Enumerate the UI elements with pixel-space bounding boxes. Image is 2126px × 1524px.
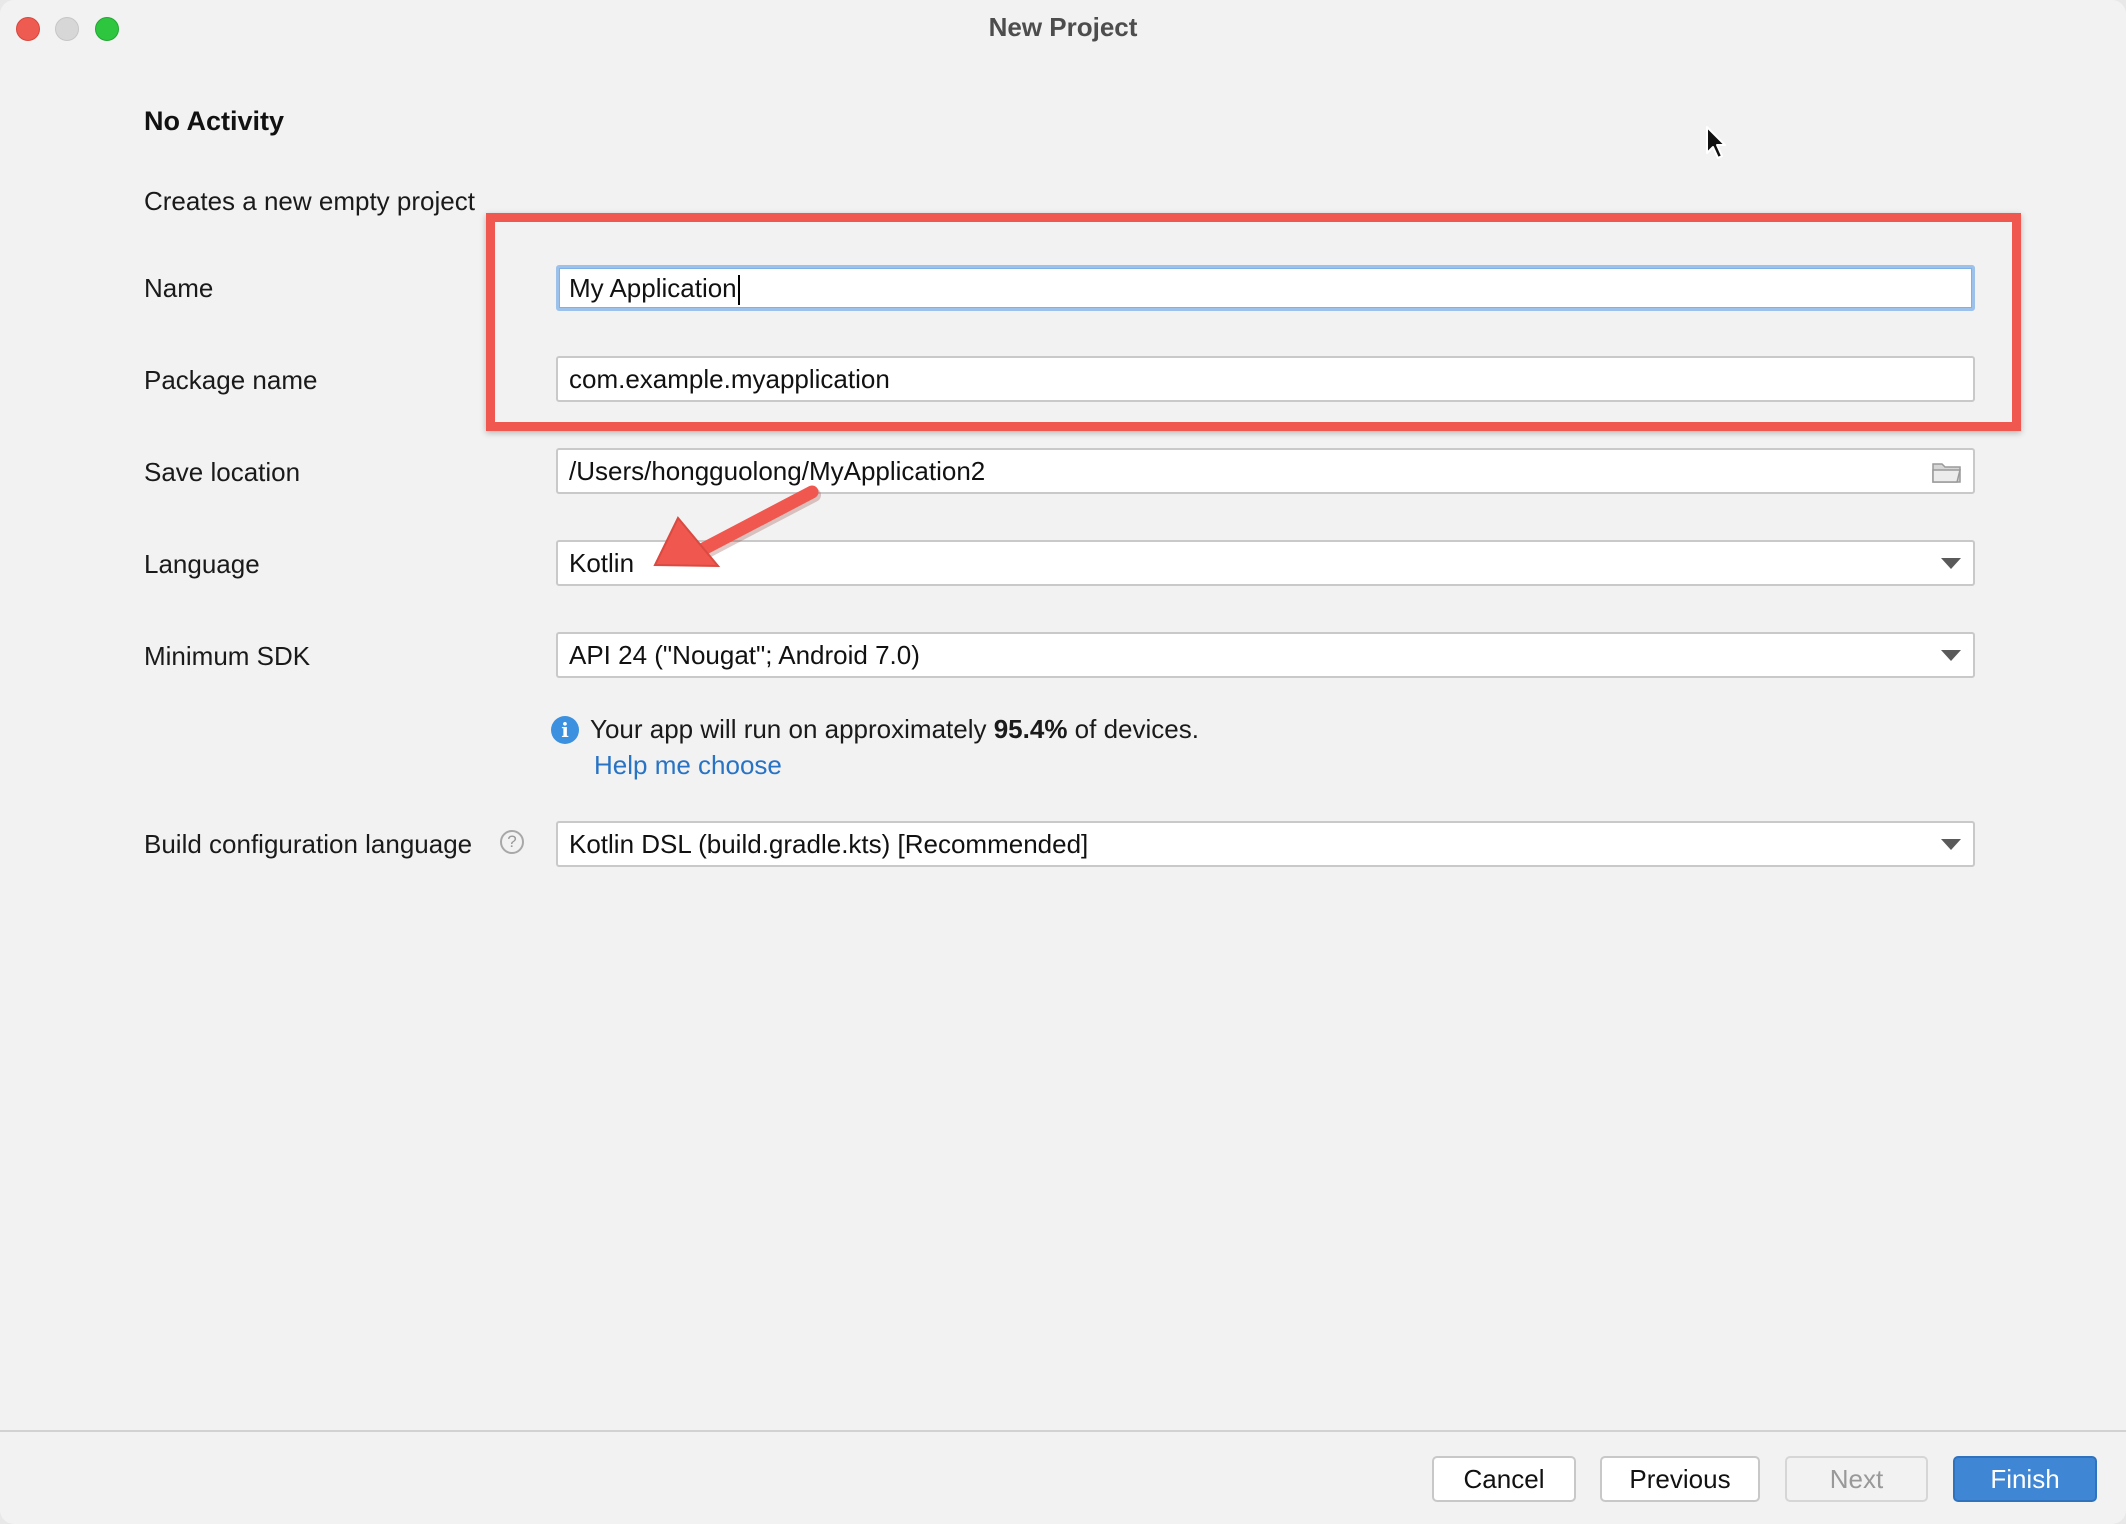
folder-icon[interactable] (1931, 460, 1963, 484)
language-value: Kotlin (569, 548, 635, 578)
previous-button[interactable]: Previous (1600, 1456, 1760, 1502)
name-label: Name (144, 273, 214, 303)
footer-divider (0, 1430, 2126, 1432)
help-me-choose-link[interactable]: Help me choose (594, 750, 782, 781)
title-bar: New Project (0, 0, 2126, 56)
minimum-sdk-label: Minimum SDK (144, 641, 311, 671)
chevron-down-icon (1941, 558, 1961, 569)
help-icon[interactable]: ? (500, 830, 524, 854)
sdk-coverage-percent: 95.4% (993, 714, 1068, 744)
info-icon: i (551, 716, 579, 744)
chevron-down-icon (1941, 650, 1961, 661)
annotation-arrow-icon (653, 485, 821, 568)
package-name-label: Package name (144, 365, 318, 395)
next-button[interactable]: Next (1785, 1456, 1928, 1502)
build-config-language-value: Kotlin DSL (build.gradle.kts) [Recommend… (569, 829, 1089, 859)
mouse-cursor-icon (1706, 126, 1726, 159)
cancel-button[interactable]: Cancel (1432, 1456, 1576, 1502)
minimum-sdk-value: API 24 ("Nougat"; Android 7.0) (569, 640, 920, 670)
new-project-window: New Project No Activity Creates a new em… (0, 0, 2126, 1524)
sdk-info-prefix: Your app will run on approximately (590, 714, 994, 744)
save-location-label: Save location (144, 457, 301, 487)
build-config-language-label: Build configuration language (144, 829, 473, 859)
finish-button[interactable]: Finish (1953, 1456, 2097, 1502)
window-title: New Project (988, 12, 1138, 42)
page-description: Creates a new empty project (144, 186, 475, 216)
chevron-down-icon (1941, 839, 1961, 850)
page-heading: No Activity (144, 106, 285, 136)
sdk-coverage-info: Your app will run on approximately 95.4%… (590, 714, 1199, 745)
annotation-highlight-box (486, 213, 2021, 431)
language-label: Language (144, 549, 260, 579)
build-config-language-dropdown[interactable]: Kotlin DSL (build.gradle.kts) [Recommend… (556, 821, 1975, 867)
minimum-sdk-dropdown[interactable]: API 24 ("Nougat"; Android 7.0) (556, 632, 1975, 678)
sdk-info-suffix: of devices. (1067, 714, 1199, 744)
